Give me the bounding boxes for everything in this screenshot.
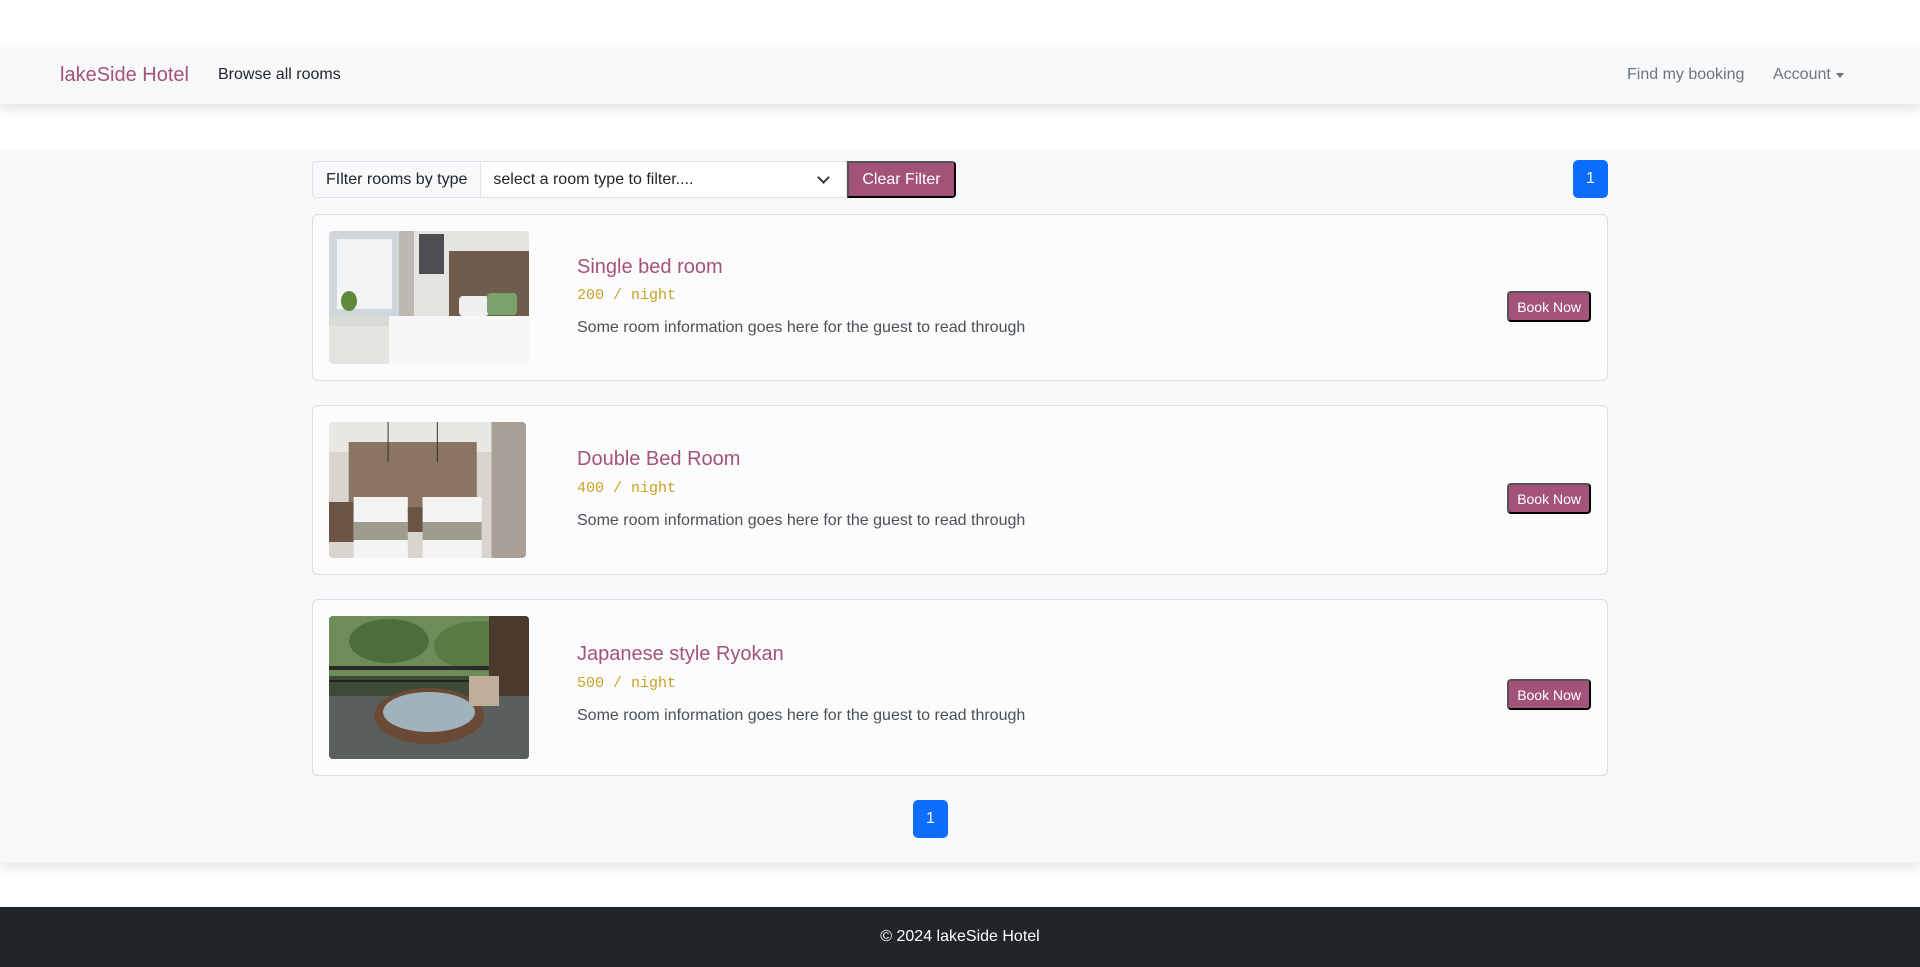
room-card: Japanese style Ryokan 500 / night Some r… xyxy=(312,599,1608,776)
ryokan-photo-icon xyxy=(329,616,529,759)
room-price: 500 / night xyxy=(577,675,677,692)
clear-filter-button[interactable]: Clear Filter xyxy=(847,161,956,198)
book-now-button[interactable]: Book Now xyxy=(1507,291,1591,322)
top-navbar: lakeSide Hotel Browse all rooms Find my … xyxy=(0,46,1920,104)
room-type-select[interactable]: select a room type to filter.... xyxy=(481,161,848,198)
room-name[interactable]: Double Bed Room xyxy=(577,448,740,471)
account-label: Account xyxy=(1773,66,1831,83)
footer-copyright: © 2024 lakeSide Hotel xyxy=(880,928,1040,945)
browse-rooms-link[interactable]: Browse all rooms xyxy=(218,66,341,84)
book-now-button[interactable]: Book Now xyxy=(1507,483,1591,514)
bedroom-photo-icon xyxy=(329,231,529,364)
room-image xyxy=(329,422,526,558)
brand-link[interactable]: lakeSide Hotel xyxy=(60,64,189,87)
room-price: 400 / night xyxy=(577,480,677,497)
room-image xyxy=(329,616,529,759)
room-price: 200 / night xyxy=(577,287,677,304)
find-booking-link[interactable]: Find my booking xyxy=(1627,66,1744,84)
pagination-page-top[interactable]: 1 xyxy=(1573,160,1608,198)
chevron-down-icon xyxy=(817,170,831,184)
room-name[interactable]: Single bed room xyxy=(577,256,723,279)
select-placeholder: select a room type to filter.... xyxy=(493,170,694,188)
filter-label: FIlter rooms by type xyxy=(312,161,482,198)
book-now-button[interactable]: Book Now xyxy=(1507,679,1591,710)
account-dropdown[interactable]: Account xyxy=(1773,66,1844,84)
room-image xyxy=(329,231,529,364)
room-type-filter: FIlter rooms by type select a room type … xyxy=(312,161,956,198)
caret-down-icon xyxy=(1835,72,1844,78)
twin-room-photo-icon xyxy=(329,422,526,558)
room-card: Single bed room 200 / night Some room in… xyxy=(312,214,1608,381)
room-description: Some room information goes here for the … xyxy=(577,512,1026,529)
room-name[interactable]: Japanese style Ryokan xyxy=(577,643,784,666)
footer: © 2024 lakeSide Hotel xyxy=(0,907,1920,967)
room-description: Some room information goes here for the … xyxy=(577,707,1026,724)
pagination-page-bottom[interactable]: 1 xyxy=(913,800,948,838)
room-description: Some room information goes here for the … xyxy=(577,319,1026,336)
room-card: Double Bed Room 400 / night Some room in… xyxy=(312,405,1608,575)
